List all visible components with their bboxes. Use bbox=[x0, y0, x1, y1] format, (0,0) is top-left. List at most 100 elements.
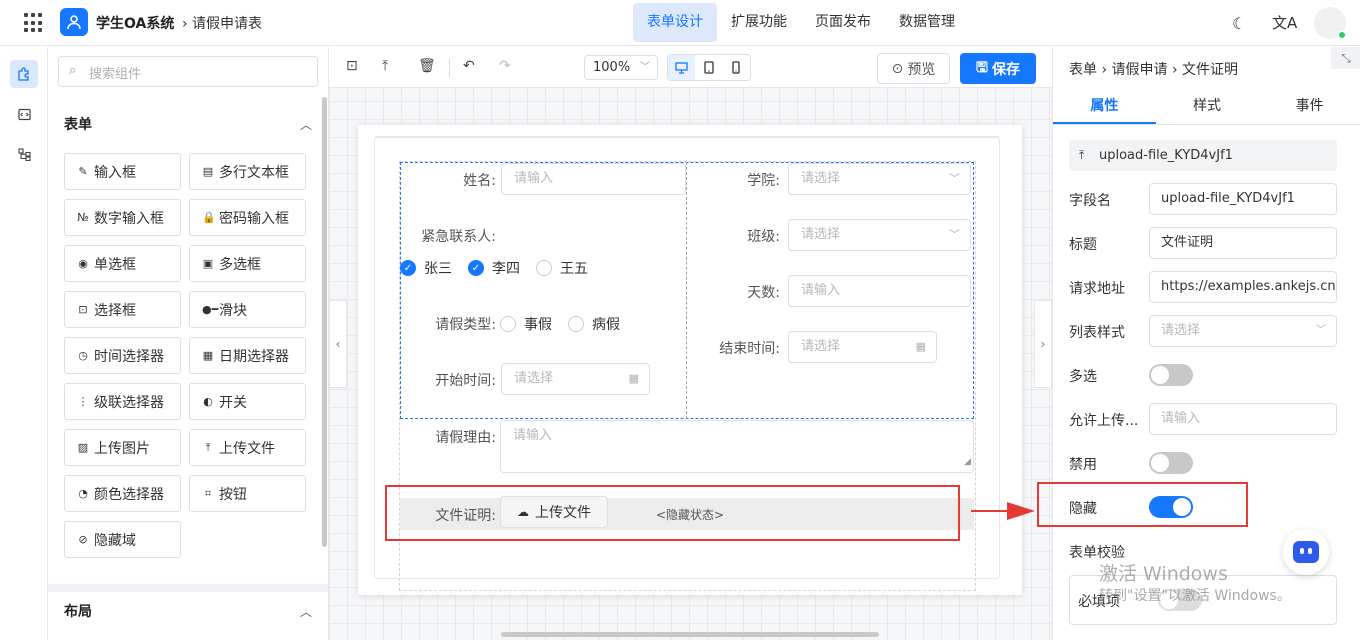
bot-face-icon bbox=[1293, 541, 1319, 563]
tree-icon[interactable] bbox=[10, 140, 38, 168]
form-section-title: 表单 bbox=[64, 117, 92, 133]
tab-events[interactable]: 事件 bbox=[1258, 87, 1360, 124]
component-item[interactable]: ▤ 多行文本框 bbox=[189, 153, 306, 190]
save-button[interactable]: 🖫 保存 bbox=[960, 53, 1036, 84]
nav-data-management[interactable]: 数据管理 bbox=[885, 3, 969, 42]
component-item[interactable]: ▣ 多选框 bbox=[189, 245, 306, 282]
search-input[interactable]: ⌕ 搜索组件 bbox=[58, 56, 318, 87]
days-input[interactable]: 请输入 bbox=[788, 275, 971, 307]
component-icon: ▦ bbox=[202, 349, 214, 362]
page-breadcrumb[interactable]: › 请假申请表 bbox=[182, 13, 262, 33]
component-icon: ✎ bbox=[78, 165, 88, 178]
puzzle-icon[interactable] bbox=[10, 60, 38, 88]
code-icon[interactable] bbox=[10, 100, 38, 128]
component-label: 多选框 bbox=[219, 256, 261, 273]
leave-type-radio-1[interactable]: 事假 bbox=[500, 314, 552, 334]
assistant-bot-icon[interactable] bbox=[1283, 529, 1329, 575]
trash-icon[interactable]: 🗑 bbox=[418, 58, 436, 74]
redo-icon[interactable]: ↷ bbox=[499, 58, 511, 74]
component-panel: ⌕ 搜索组件 表单 ︿ ✎ 输入框 ▤ 多行文本框 № 数字输入框 🔒 密码输入框 ◉ 单选框 ▣ 多… bbox=[48, 47, 329, 640]
collapse-right-handle[interactable]: › bbox=[1034, 300, 1052, 388]
component-item[interactable]: ●━ 滑块 bbox=[189, 291, 306, 328]
college-select[interactable]: 请选择 ﹀ bbox=[788, 163, 971, 195]
name-label: 姓名: bbox=[463, 173, 496, 189]
college-placeholder: 请选择 bbox=[801, 171, 841, 186]
allow-upload-input[interactable]: 请输入 bbox=[1149, 403, 1337, 435]
desktop-icon[interactable] bbox=[668, 55, 696, 80]
chevron-up-icon[interactable]: ︿ bbox=[300, 603, 312, 620]
component-item[interactable]: ◷ 时间选择器 bbox=[64, 337, 181, 374]
name-input[interactable]: 请输入 bbox=[501, 163, 686, 195]
field-name-label: 字段名 bbox=[1069, 193, 1111, 209]
class-select[interactable]: 请选择 ﹀ bbox=[788, 219, 971, 251]
component-item[interactable]: ✎ 输入框 bbox=[64, 153, 181, 190]
apps-grid-icon[interactable] bbox=[24, 13, 44, 33]
toolbar-separator bbox=[449, 59, 450, 77]
component-icon: ◉ bbox=[78, 257, 88, 270]
undo-icon[interactable]: ↶ bbox=[463, 58, 475, 74]
multiple-switch[interactable] bbox=[1149, 364, 1193, 386]
code-view-icon[interactable]: ⊡ bbox=[346, 58, 358, 74]
title-input[interactable]: 文件证明 bbox=[1149, 227, 1337, 259]
component-item[interactable]: ⋮ 级联选择器 bbox=[64, 383, 181, 420]
component-icon: ▣ bbox=[202, 257, 214, 270]
list-style-label: 列表样式 bbox=[1069, 325, 1125, 341]
nav-page-publish[interactable]: 页面发布 bbox=[801, 3, 885, 42]
calendar-icon: ▦ bbox=[628, 372, 639, 385]
component-item[interactable]: ⤒ 上传文件 bbox=[189, 429, 306, 466]
start-time-label: 开始时间: bbox=[435, 373, 496, 389]
component-icon: ◔ bbox=[78, 487, 88, 500]
title-label: 标题 bbox=[1069, 237, 1097, 253]
tab-attributes[interactable]: 属性 bbox=[1053, 87, 1156, 124]
leave-type-radio-2[interactable]: 病假 bbox=[568, 314, 620, 334]
nav-form-design[interactable]: 表单设计 bbox=[633, 3, 717, 42]
component-label: 上传图片 bbox=[94, 440, 150, 457]
url-input[interactable]: https://examples.ankejs.cn/ bbox=[1149, 271, 1337, 303]
form-preview-card: 姓名: 请输入 紧急联系人: ✓ 张三 ✓ 李四 王五 请假类型: 事假 病假 开始… bbox=[358, 125, 1022, 595]
upload-icon[interactable]: ⤒ bbox=[382, 58, 388, 74]
preview-icon: ⊙ bbox=[891, 60, 904, 77]
panel-scrollbar[interactable] bbox=[322, 97, 327, 547]
component-item[interactable]: ⊡ 选择框 bbox=[64, 291, 181, 328]
card-top-edge bbox=[374, 125, 1000, 137]
component-item[interactable]: ⌗ 按钮 bbox=[189, 475, 306, 512]
component-item[interactable]: ◐ 开关 bbox=[189, 383, 306, 420]
component-item[interactable]: ◉ 单选框 bbox=[64, 245, 181, 282]
reason-placeholder: 请输入 bbox=[513, 428, 553, 443]
component-item[interactable]: ◔ 颜色选择器 bbox=[64, 475, 181, 512]
collapse-left-handle[interactable]: ‹ bbox=[329, 300, 347, 388]
component-label: 按钮 bbox=[219, 486, 247, 503]
reason-textarea[interactable]: 请输入 ◢ bbox=[500, 420, 974, 473]
preview-button[interactable]: ⊙ 预览 bbox=[877, 53, 950, 84]
leave-type-label: 请假类型: bbox=[435, 317, 496, 333]
chevron-up-icon[interactable]: ︿ bbox=[300, 116, 312, 133]
component-item[interactable]: ▨ 上传图片 bbox=[64, 429, 181, 466]
tab-style[interactable]: 样式 bbox=[1156, 87, 1259, 124]
component-item[interactable]: ⊘ 隐藏域 bbox=[64, 521, 181, 558]
nav-extensions[interactable]: 扩展功能 bbox=[717, 3, 801, 42]
zoom-select[interactable]: 100% ﹀ bbox=[584, 55, 658, 80]
avatar[interactable] bbox=[1314, 7, 1346, 39]
contact-checkbox-1[interactable]: ✓ 张三 bbox=[400, 258, 452, 278]
contact-checkbox-3[interactable]: 王五 bbox=[536, 258, 588, 278]
resize-handle-icon[interactable]: ◢ bbox=[964, 452, 971, 472]
contact-checkbox-2[interactable]: ✓ 李四 bbox=[468, 258, 520, 278]
preview-label: 预览 bbox=[907, 61, 936, 78]
component-item[interactable]: ▦ 日期选择器 bbox=[189, 337, 306, 374]
end-time-label: 结束时间: bbox=[719, 341, 780, 357]
canvas-horizontal-scrollbar[interactable] bbox=[501, 632, 879, 637]
end-time-picker[interactable]: 请选择 ▦ bbox=[788, 331, 937, 363]
properties-tabs: 属性 样式 事件 bbox=[1053, 87, 1360, 125]
start-time-picker[interactable]: 请选择 ▦ bbox=[501, 363, 650, 395]
field-name-input[interactable]: upload-file_KYD4vJf1 bbox=[1149, 183, 1337, 215]
collapse-corner-icon[interactable]: ⤡ bbox=[1331, 47, 1360, 69]
tablet-icon[interactable] bbox=[695, 55, 722, 80]
zoom-value: 100% bbox=[593, 60, 631, 75]
mobile-icon[interactable] bbox=[723, 55, 750, 80]
list-style-select[interactable]: 请选择 ﹀ bbox=[1149, 315, 1337, 347]
dark-mode-icon[interactable]: ☾ bbox=[1232, 14, 1246, 33]
component-item[interactable]: № 数字输入框 bbox=[64, 199, 181, 236]
disabled-switch[interactable] bbox=[1149, 452, 1193, 474]
component-item[interactable]: 🔒 密码输入框 bbox=[189, 199, 306, 236]
language-icon[interactable]: 文A bbox=[1272, 12, 1297, 33]
